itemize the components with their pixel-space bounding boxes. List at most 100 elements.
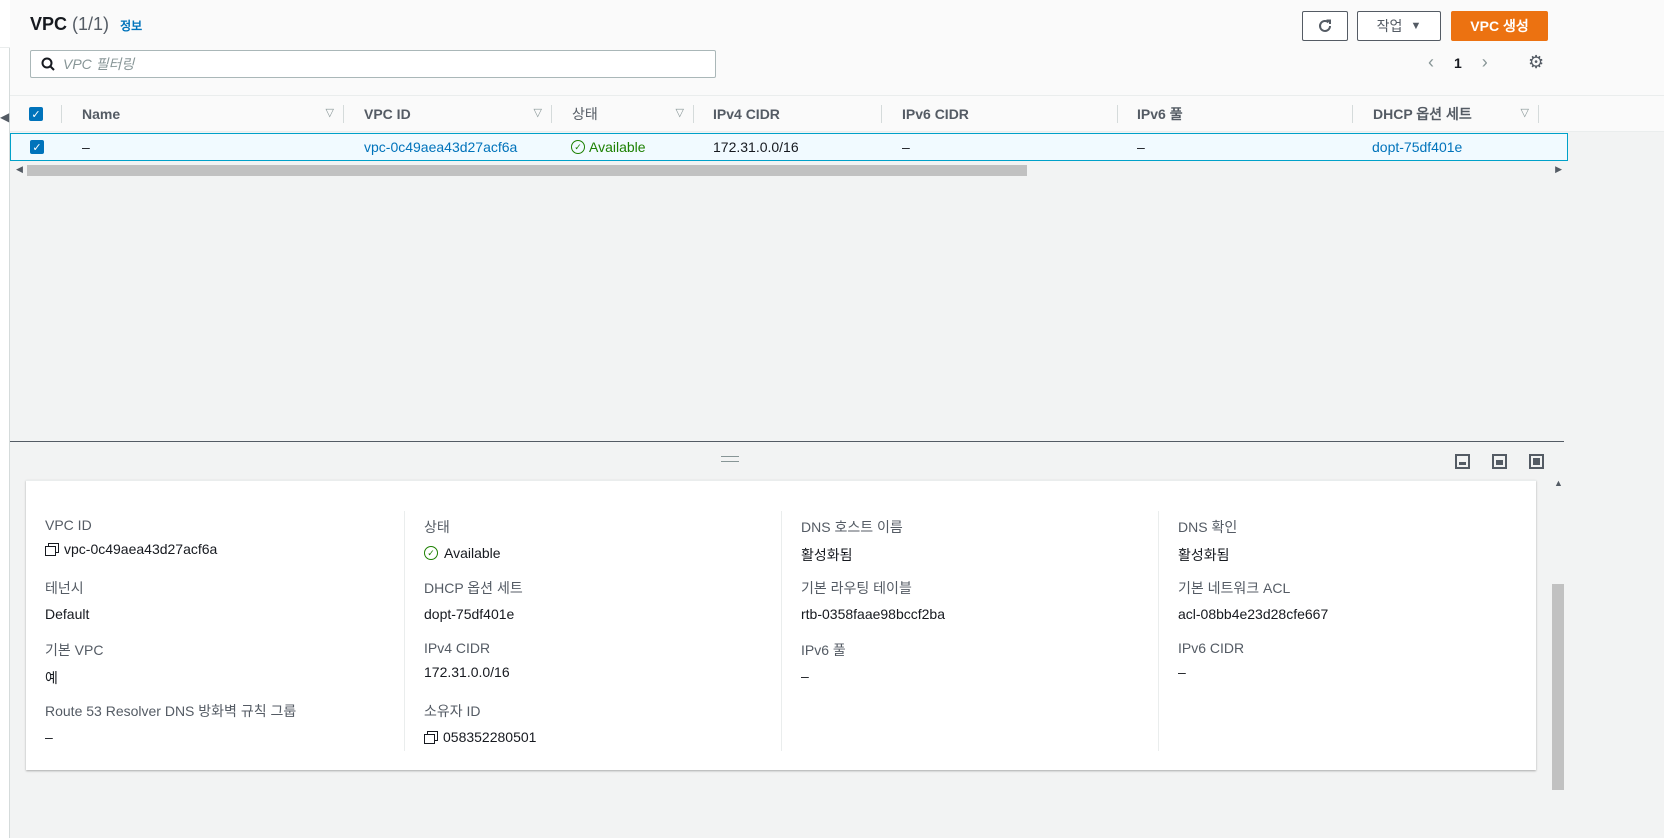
detail-route-table-link[interactable]: rtb-0358faae98bccf2ba	[801, 606, 945, 622]
column-name-label: Name	[82, 106, 121, 122]
actions-dropdown-button[interactable]: 작업 ▼	[1357, 11, 1441, 41]
panel-bottom-icon[interactable]	[1455, 454, 1470, 469]
detail-value: –	[45, 729, 53, 745]
split-divider	[10, 441, 1564, 442]
details-panel: VPC ID vpc-0c49aea43d27acf6a 테넌시 Default…	[26, 480, 1536, 770]
detail-vpc-id: VPC ID vpc-0c49aea43d27acf6a	[45, 517, 217, 557]
title-text: VPC	[30, 14, 68, 34]
column-status-label: 상태	[572, 106, 598, 122]
actions-label: 작업	[1376, 18, 1403, 34]
row-status-text: Available	[589, 139, 646, 155]
detail-acl-link[interactable]: acl-08bb4e23d28cfe667	[1178, 606, 1328, 622]
row-ipv4: 172.31.0.0/16	[713, 139, 799, 155]
detail-value: Default	[45, 606, 90, 622]
chevron-right-icon[interactable]: ›	[1482, 52, 1488, 73]
column-ipv4-label: IPv4 CIDR	[713, 106, 780, 122]
copy-icon[interactable]	[424, 731, 438, 744]
left-nav-top	[0, 0, 10, 48]
detail-label: DNS 확인	[1178, 519, 1238, 535]
detail-route-table: 기본 라우팅 테이블 rtb-0358faae98bccf2ba	[801, 578, 945, 622]
caret-down-icon: ▼	[1410, 20, 1422, 32]
detail-label: Route 53 Resolver DNS 방화벽 규칙 그룹	[45, 703, 297, 719]
detail-ipv6-pool: IPv6 풀 –	[801, 640, 846, 684]
scroll-thumb[interactable]	[1552, 584, 1564, 790]
panel-half-icon[interactable]	[1492, 454, 1507, 469]
column-header-dhcp[interactable]: DHCP 옵션 세트 ▽	[1353, 96, 1539, 132]
column-header-ipv6[interactable]: IPv6 CIDR	[882, 96, 1118, 132]
panel-full-icon[interactable]	[1529, 454, 1544, 469]
detail-value: 172.31.0.0/16	[424, 664, 510, 680]
select-all-cell: ✓	[10, 96, 62, 132]
nav-collapse-icon[interactable]: ◀	[0, 110, 9, 124]
column-header-status[interactable]: 상태 ▽	[552, 96, 694, 132]
column-ipv6pool-label: IPv6 풀	[1137, 106, 1183, 122]
select-all-checkbox[interactable]: ✓	[29, 107, 43, 121]
detail-route53: Route 53 Resolver DNS 방화벽 규칙 그룹 –	[45, 701, 296, 745]
detail-label: 기본 VPC	[45, 642, 104, 658]
detail-label: 테넌시	[45, 580, 84, 596]
detail-ipv4: IPv4 CIDR 172.31.0.0/16	[424, 640, 510, 680]
page-title: VPC (1/1) 정보	[30, 14, 142, 35]
detail-tenancy: 테넌시 Default	[45, 578, 89, 622]
sort-icon[interactable]: ▽	[1521, 106, 1529, 119]
scroll-thumb[interactable]	[27, 165, 1027, 176]
detail-value: Available	[444, 545, 501, 561]
details-column-2: 상태 ✓ Available DHCP 옵션 세트 dopt-75df401e …	[404, 511, 781, 751]
row-ipv6: –	[902, 139, 910, 155]
row-checkbox-cell: ✓	[30, 134, 44, 160]
scroll-left-icon[interactable]: ◀	[16, 164, 23, 175]
details-column-1: VPC ID vpc-0c49aea43d27acf6a 테넌시 Default…	[26, 511, 403, 751]
horizontal-scrollbar[interactable]: ◀ ▶	[10, 162, 1568, 178]
row-dhcp-link[interactable]: dopt-75df401e	[1372, 134, 1462, 160]
info-link[interactable]: 정보	[120, 19, 142, 33]
table-row[interactable]: ✓ – vpc-0c49aea43d27acf6a ✓ Available 17…	[10, 133, 1568, 161]
sort-icon[interactable]: ▽	[326, 106, 334, 119]
search-icon	[41, 57, 55, 71]
row-ipv6-pool: –	[1137, 139, 1145, 155]
create-vpc-button[interactable]: VPC 생성	[1451, 11, 1548, 41]
page-number[interactable]: 1	[1454, 55, 1462, 71]
detail-label: DNS 호스트 이름	[801, 519, 903, 535]
copy-icon[interactable]	[45, 543, 59, 556]
status-ok-icon: ✓	[571, 140, 585, 154]
status-ok-icon: ✓	[424, 546, 438, 560]
vpc-filter-input[interactable]	[63, 56, 663, 72]
scroll-right-icon[interactable]: ▶	[1555, 164, 1562, 175]
gear-icon[interactable]: ⚙	[1528, 52, 1544, 73]
detail-label: DHCP 옵션 세트	[424, 580, 523, 596]
filter-box[interactable]	[30, 50, 716, 78]
detail-label: 기본 네트워크 ACL	[1178, 580, 1291, 596]
row-vpc-id-link[interactable]: vpc-0c49aea43d27acf6a	[364, 134, 517, 160]
detail-dns-hostnames: DNS 호스트 이름 활성화됨	[801, 517, 903, 565]
refresh-button[interactable]	[1302, 11, 1348, 41]
chevron-left-icon[interactable]: ‹	[1428, 52, 1434, 73]
pagination: ‹ 1 ›	[1428, 52, 1488, 73]
detail-value: 활성화됨	[801, 547, 853, 563]
detail-value: –	[1178, 664, 1186, 680]
detail-dhcp-link[interactable]: dopt-75df401e	[424, 606, 523, 622]
detail-label: VPC ID	[45, 517, 92, 533]
refresh-icon	[1319, 19, 1331, 32]
column-ipv6-label: IPv6 CIDR	[902, 106, 969, 122]
details-column-4: DNS 확인 활성화됨 기본 네트워크 ACL acl-08bb4e23d28c…	[1158, 511, 1535, 751]
sort-icon[interactable]: ▽	[676, 106, 684, 119]
row-name: –	[82, 139, 90, 155]
detail-owner: 소유자 ID 058352280501	[424, 701, 536, 745]
vertical-scrollbar[interactable]: ▲	[1550, 474, 1566, 790]
column-header-ipv6-pool[interactable]: IPv6 풀	[1118, 96, 1353, 132]
column-header-vpc-id[interactable]: VPC ID ▽	[344, 96, 552, 132]
row-status: ✓ Available	[571, 134, 646, 160]
detail-label: IPv4 CIDR	[424, 640, 491, 656]
detail-value: –	[801, 668, 809, 684]
detail-status: 상태 ✓ Available	[424, 517, 501, 561]
column-header-name[interactable]: Name ▽	[62, 96, 344, 132]
sort-icon[interactable]: ▽	[534, 106, 542, 119]
scroll-up-icon[interactable]: ▲	[1554, 478, 1563, 488]
detail-value: 예	[45, 670, 58, 686]
detail-dhcp: DHCP 옵션 세트 dopt-75df401e	[424, 578, 523, 622]
row-checkbox[interactable]: ✓	[30, 140, 44, 154]
detail-dns-resolution: DNS 확인 활성화됨	[1178, 517, 1237, 565]
drag-handle-icon[interactable]	[721, 456, 739, 462]
column-header-ipv4[interactable]: IPv4 CIDR	[694, 96, 882, 132]
details-column-3: DNS 호스트 이름 활성화됨 기본 라우팅 테이블 rtb-0358faae9…	[781, 511, 1158, 751]
